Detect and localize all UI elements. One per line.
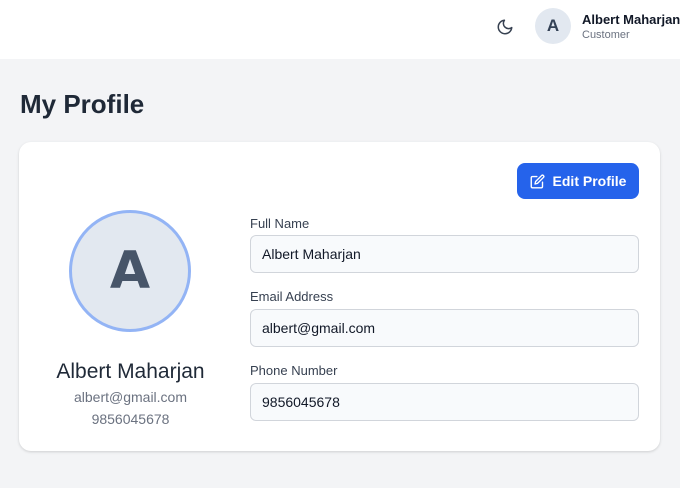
profile-name: Albert Maharjan — [56, 360, 205, 383]
profile-email: albert@gmail.com — [73, 389, 188, 405]
edit-icon — [530, 174, 545, 188]
email-label: Email Address — [250, 289, 334, 304]
phone-label: Phone Number — [250, 363, 338, 378]
edit-profile-button[interactable]: Edit Profile — [517, 163, 639, 199]
page-title: My Profile — [20, 89, 145, 119]
profile-phone: 9856045678 — [91, 411, 170, 427]
moon-icon — [497, 19, 513, 35]
top-bar: A Albert Maharjan Customer — [0, 0, 680, 59]
profile-avatar: A — [69, 210, 191, 332]
profile-card: Edit Profile A Albert Maharjan albert@gm… — [19, 142, 660, 451]
user-role: Customer — [582, 29, 630, 41]
email-field[interactable] — [250, 309, 639, 347]
full-name-label: Full Name — [250, 216, 310, 231]
full-name-field[interactable] — [250, 235, 639, 273]
user-avatar[interactable]: A — [535, 8, 571, 44]
theme-toggle-button[interactable] — [492, 14, 518, 40]
edit-profile-label: Edit Profile — [552, 173, 627, 189]
user-name: Albert Maharjan — [582, 12, 680, 27]
phone-field[interactable] — [250, 383, 639, 421]
